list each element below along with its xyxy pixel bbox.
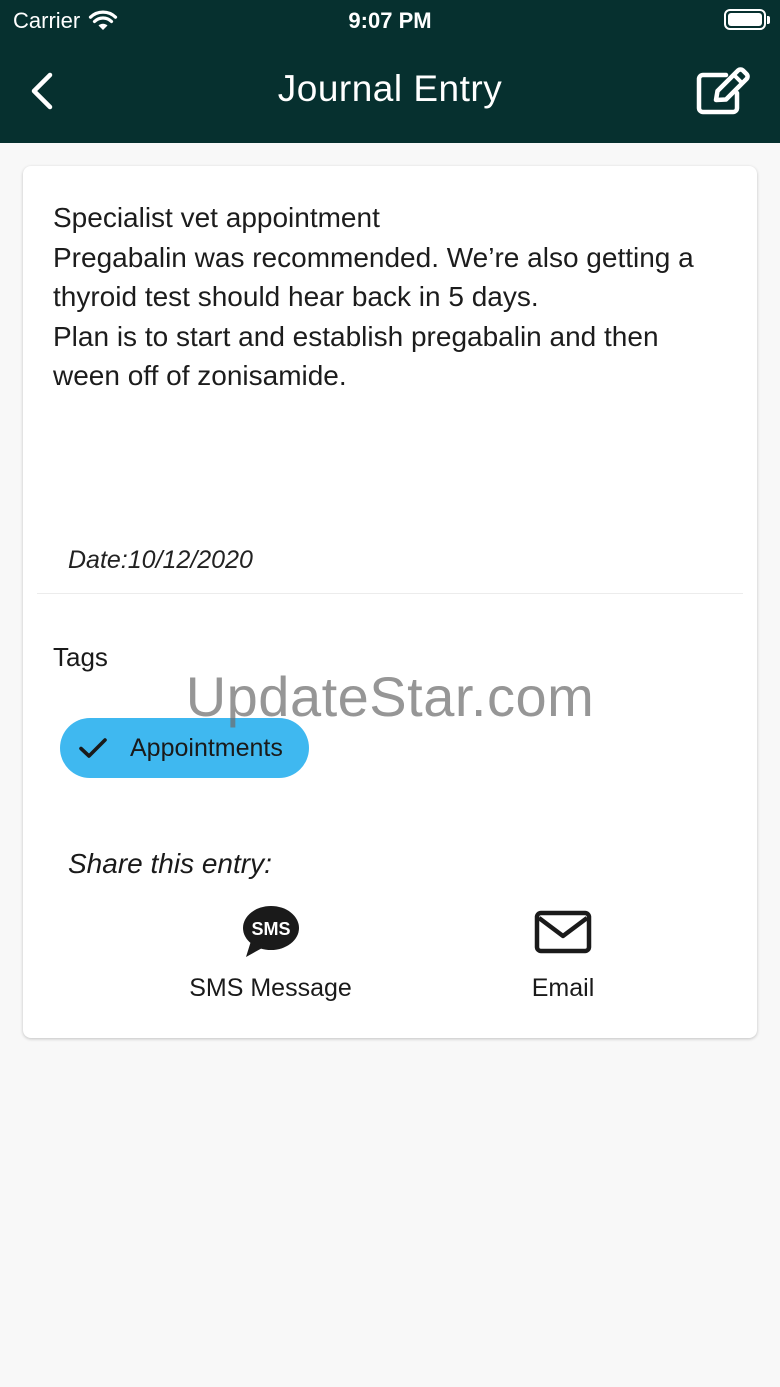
screen: Carrier 9:07 PM Journal Entry Specialist…: [0, 0, 780, 1387]
journal-entry-card: Specialist vet appointment Pregabalin wa…: [23, 166, 757, 1038]
email-label: Email: [531, 974, 595, 1002]
date-label: Date:: [68, 546, 128, 574]
battery-icon: [724, 9, 770, 30]
share-heading: Share this entry:: [68, 848, 272, 879]
status-bar: Carrier 9:07 PM: [0, 0, 780, 40]
share-email-button[interactable]: Email: [503, 904, 623, 1003]
entry-text: Specialist vet appointment Pregabalin wa…: [53, 202, 694, 391]
edit-icon: [696, 67, 750, 115]
tags-heading: Tags: [53, 642, 108, 672]
edit-button[interactable]: [696, 66, 752, 116]
date-value: 10/12/2020: [127, 546, 253, 574]
nav-bar: Journal Entry: [0, 40, 780, 143]
divider: [37, 593, 743, 594]
header: Carrier 9:07 PM Journal Entry: [0, 0, 780, 143]
sms-label: SMS Message: [189, 974, 352, 1002]
share-sms-button[interactable]: SMS SMS Message: [173, 904, 368, 1003]
page-title: Journal Entry: [277, 68, 503, 109]
status-time: 9:07 PM: [348, 8, 432, 33]
sms-icon-text: SMS: [251, 919, 290, 939]
tag-chip-appointments[interactable]: Appointments: [60, 718, 309, 778]
entry-date: Date:10/12/2020: [68, 546, 253, 575]
sms-icon: SMS: [242, 906, 299, 957]
checkmark-icon: [79, 738, 107, 758]
tag-chip-label: Appointments: [130, 733, 283, 762]
envelope-icon: [534, 910, 592, 954]
